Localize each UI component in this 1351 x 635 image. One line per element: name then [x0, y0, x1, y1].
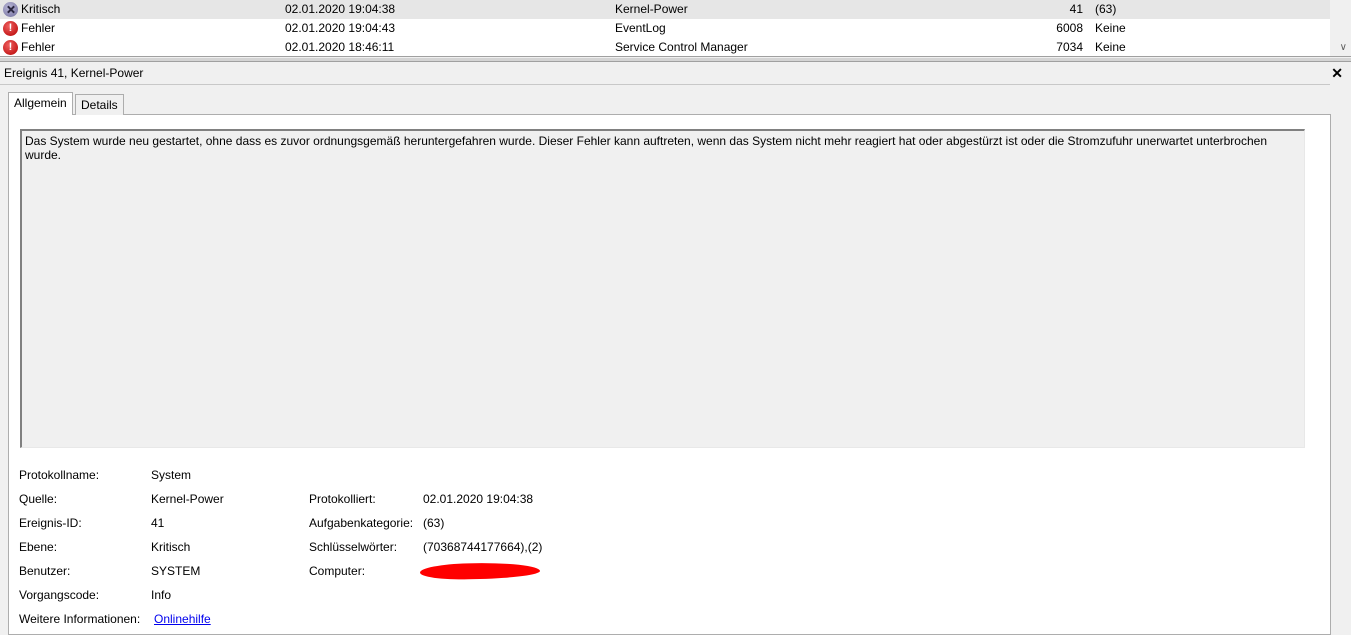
event-date: 02.01.2020 18:46:11: [285, 40, 395, 54]
critical-icon: [3, 2, 18, 17]
event-level: Fehler: [21, 21, 56, 35]
event-row[interactable]: Fehler 02.01.2020 18:46:11 Service Contr…: [0, 38, 1330, 57]
log-name-label: Protokollname:: [19, 468, 100, 482]
level-value: Kritisch: [151, 540, 191, 554]
close-button[interactable]: ✕: [1331, 62, 1343, 84]
tab-details[interactable]: Details: [75, 94, 124, 115]
error-icon: [3, 21, 18, 36]
more-info-label: Weitere Informationen:: [19, 612, 141, 626]
detail-header: Ereignis 41, Kernel-Power ✕: [0, 62, 1351, 85]
event-description[interactable]: Das System wurde neu gestartet, ohne das…: [20, 129, 1305, 448]
online-help-link[interactable]: Onlinehilfe: [154, 612, 211, 626]
tab-general[interactable]: Allgemein: [8, 92, 73, 115]
event-level: Kritisch: [21, 2, 61, 16]
event-id-value: 41: [151, 516, 165, 530]
event-id: 6008: [1056, 21, 1083, 35]
log-name-value: System: [151, 468, 192, 482]
right-margin: [1330, 84, 1351, 633]
keywords-value: (70368744177664),(2): [423, 540, 543, 554]
computer-label: Computer:: [309, 564, 366, 578]
event-task: (63): [1095, 2, 1117, 16]
logged-value: 02.01.2020 19:04:38: [423, 492, 534, 506]
event-source: Kernel-Power: [615, 2, 688, 16]
source-label: Quelle:: [19, 492, 58, 506]
detail-title: Ereignis 41, Kernel-Power: [4, 66, 144, 80]
opcode-value: Info: [151, 588, 172, 602]
event-row[interactable]: Fehler 02.01.2020 19:04:43 EventLog 6008…: [0, 19, 1330, 38]
task-category-value: (63): [423, 516, 445, 530]
event-id: 7034: [1056, 40, 1083, 54]
event-id-label: Ereignis-ID:: [19, 516, 82, 530]
task-category-label: Aufgabenkategorie:: [309, 516, 414, 530]
opcode-label: Vorgangscode:: [19, 588, 100, 602]
user-value: SYSTEM: [151, 564, 201, 578]
event-date: 02.01.2020 19:04:38: [285, 2, 396, 16]
event-task: Keine: [1095, 21, 1126, 35]
event-source: EventLog: [615, 21, 666, 35]
event-list: Kritisch 02.01.2020 19:04:38 Kernel-Powe…: [0, 0, 1351, 57]
event-task: Keine: [1095, 40, 1126, 54]
chevron-down-icon[interactable]: ∨: [1340, 42, 1347, 53]
level-label: Ebene:: [19, 540, 58, 554]
keywords-label: Schlüsselwörter:: [309, 540, 398, 554]
event-row[interactable]: Kritisch 02.01.2020 19:04:38 Kernel-Powe…: [0, 0, 1330, 19]
source-value: Kernel-Power: [151, 492, 224, 506]
event-level: Fehler: [21, 40, 56, 54]
event-source: Service Control Manager: [615, 40, 748, 54]
error-icon: [3, 40, 18, 55]
vertical-scrollbar[interactable]: ∨: [1330, 0, 1351, 56]
event-date: 02.01.2020 19:04:43: [285, 21, 396, 35]
event-id: 41: [1069, 2, 1083, 16]
logged-label: Protokolliert:: [309, 492, 376, 506]
user-label: Benutzer:: [19, 564, 71, 578]
